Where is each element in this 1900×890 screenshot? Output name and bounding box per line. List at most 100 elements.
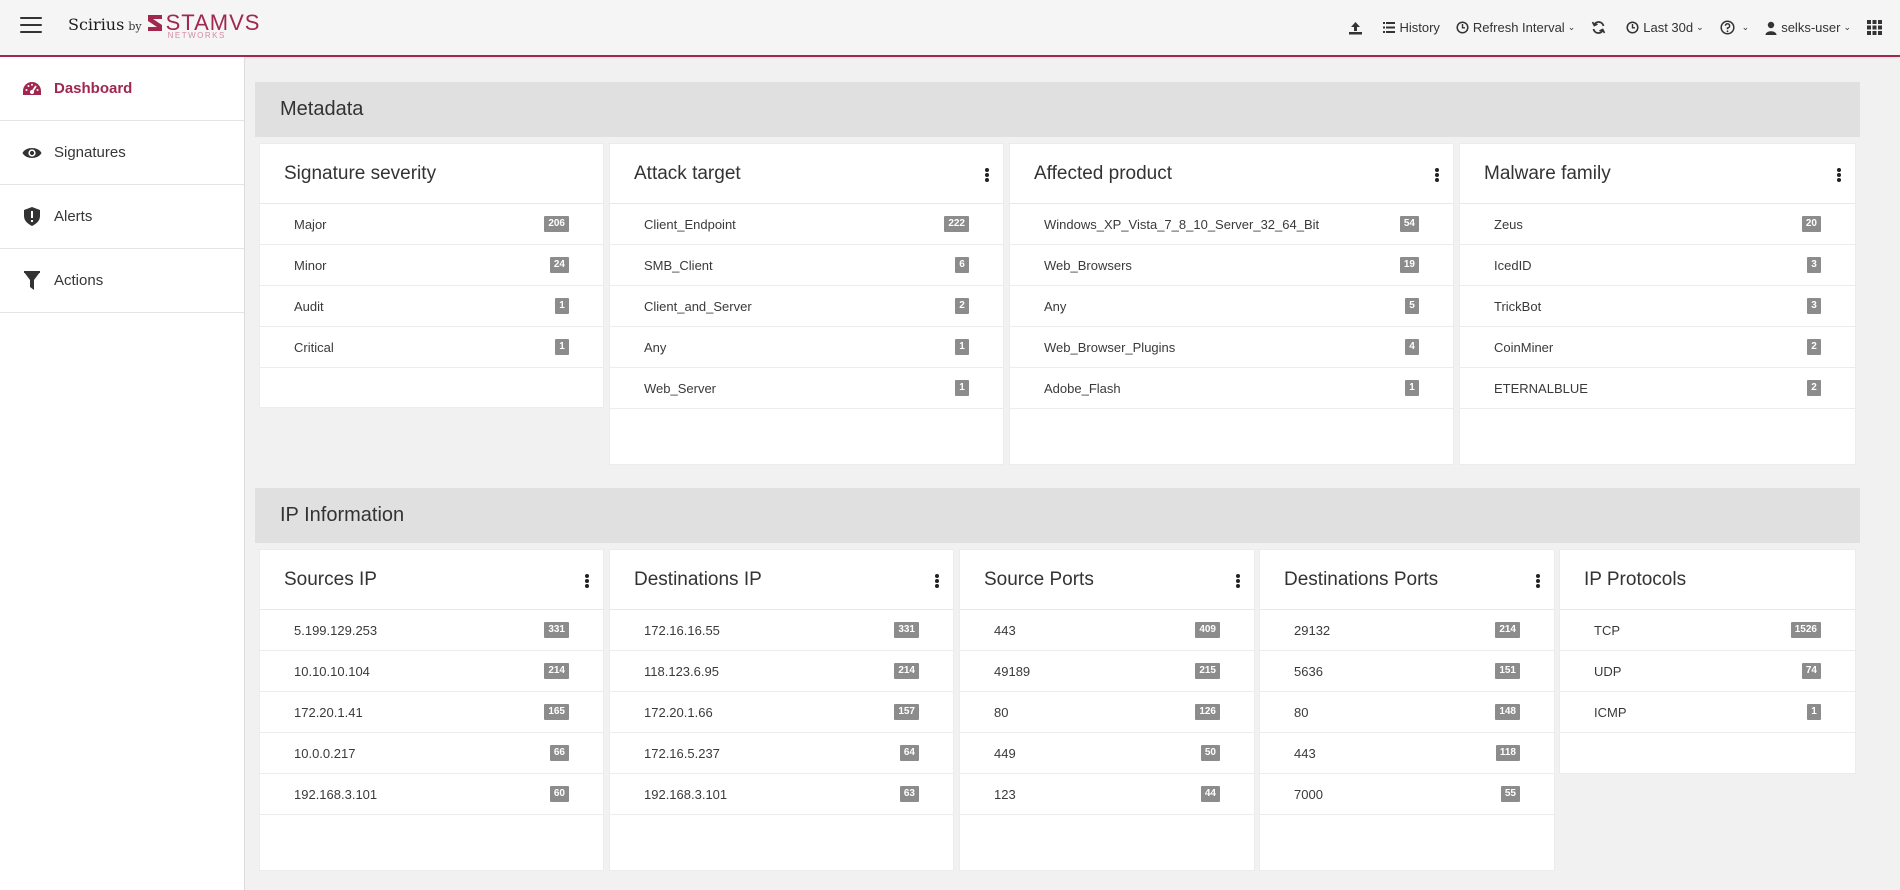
time-range-label: Last 30d (1643, 20, 1694, 35)
card-title: Source Ports (960, 550, 1254, 610)
list-item[interactable]: IcedID 3 (1460, 245, 1855, 286)
more-options-icon[interactable] (1536, 574, 1540, 588)
card-affected-product: Affected product Windows_XP_Vista_7_8_10… (1009, 143, 1454, 465)
sidebar-item-alerts[interactable]: Alerts (0, 185, 244, 249)
section-header-ip-information: IP Information (255, 488, 1860, 543)
list-item[interactable]: 443 409 (960, 610, 1254, 651)
list-item[interactable]: 10.0.0.217 66 (260, 733, 603, 774)
eye-icon (22, 143, 42, 163)
refresh-interval-dropdown[interactable]: Refresh Interval ⌄ (1456, 20, 1575, 35)
list-item[interactable]: Windows_XP_Vista_7_8_10_Server_32_64_Bit… (1010, 204, 1453, 245)
sidebar-item-actions[interactable]: Actions (0, 249, 244, 313)
sidebar-item-label: Signatures (54, 144, 126, 161)
brand-logo[interactable]: Scirius by STAMVS NETWORKS (68, 10, 259, 42)
list-item[interactable]: 449 50 (960, 733, 1254, 774)
count-badge: 24 (549, 257, 569, 273)
list-item[interactable]: 10.10.10.104 214 (260, 651, 603, 692)
list-item[interactable]: 29132 214 (1260, 610, 1554, 651)
list-item[interactable]: ETERNALBLUE 2 (1460, 368, 1855, 409)
list-item[interactable]: 172.20.1.66 157 (610, 692, 953, 733)
list-item[interactable]: Web_Browsers 19 (1010, 245, 1453, 286)
list-item[interactable]: 172.16.5.237 64 (610, 733, 953, 774)
more-options-icon[interactable] (1236, 574, 1240, 588)
list-item[interactable]: 80 148 (1260, 692, 1554, 733)
count-badge: 60 (549, 786, 569, 802)
list-item-label: 29132 (1294, 622, 1331, 638)
card-ip-protocols: IP Protocols TCP 1526 UDP 74 ICMP 1 (1559, 549, 1856, 774)
list-item[interactable]: Web_Server 1 (610, 368, 1003, 409)
refresh-button[interactable] (1591, 20, 1610, 35)
apps-grid-button[interactable] (1867, 20, 1886, 35)
list-item[interactable]: Client_Endpoint 222 (610, 204, 1003, 245)
main-content: Metadata Signature severity Major 206 Mino… (245, 57, 1900, 890)
sidebar-item-signatures[interactable]: Signatures (0, 121, 244, 185)
list-item[interactable]: 443 118 (1260, 733, 1554, 774)
card-rows: Client_Endpoint 222 SMB_Client 6 Client_and_… (610, 204, 1003, 409)
list-item[interactable]: 172.16.16.55 331 (610, 610, 953, 651)
list-item[interactable]: Minor 24 (260, 245, 603, 286)
list-item[interactable]: Audit 1 (260, 286, 603, 327)
more-options-icon[interactable] (985, 168, 989, 182)
more-options-icon[interactable] (585, 574, 589, 588)
count-badge: 55 (1500, 786, 1520, 802)
hamburger-menu-icon[interactable] (20, 17, 42, 33)
list-item[interactable]: Web_Browser_Plugins 4 (1010, 327, 1453, 368)
list-item[interactable]: CoinMiner 2 (1460, 327, 1855, 368)
list-item[interactable]: 123 44 (960, 774, 1254, 815)
count-badge: 6 (955, 257, 969, 273)
clock-icon (1626, 21, 1639, 34)
list-item[interactable]: TrickBot 3 (1460, 286, 1855, 327)
list-item[interactable]: SMB_Client 6 (610, 245, 1003, 286)
list-item[interactable]: 5636 151 (1260, 651, 1554, 692)
list-item[interactable]: Major 206 (260, 204, 603, 245)
list-item[interactable]: Adobe_Flash 1 (1010, 368, 1453, 409)
list-item[interactable]: Critical 1 (260, 327, 603, 368)
card-title: IP Protocols (1560, 550, 1855, 610)
list-item-label: Windows_XP_Vista_7_8_10_Server_32_64_Bit (1044, 216, 1320, 232)
card-title-label: Destinations Ports (1284, 568, 1439, 590)
list-item[interactable]: Zeus 20 (1460, 204, 1855, 245)
sidebar-item-dashboard[interactable]: Dashboard (0, 57, 244, 121)
list-item[interactable]: 118.123.6.95 214 (610, 651, 953, 692)
list-item[interactable]: 49189 215 (960, 651, 1254, 692)
card-title-label: Destinations IP (634, 568, 762, 590)
upload-button[interactable] (1348, 21, 1367, 35)
sidebar-item-label: Alerts (54, 208, 93, 225)
list-item-label: 192.168.3.101 (294, 786, 378, 802)
count-badge: 1 (1405, 380, 1419, 396)
refresh-icon (1592, 21, 1606, 34)
count-badge: 44 (1200, 786, 1220, 802)
help-dropdown[interactable]: ⌄ (1720, 20, 1749, 35)
count-badge: 1 (1807, 704, 1821, 720)
list-item-label: SMB_Client (644, 257, 713, 273)
count-badge: 1526 (1790, 622, 1821, 638)
list-item[interactable]: 172.20.1.41 165 (260, 692, 603, 733)
count-badge: 118 (1495, 745, 1520, 761)
user-dropdown[interactable]: selks-user ⌄ (1765, 20, 1851, 35)
list-item[interactable]: 7000 55 (1260, 774, 1554, 815)
more-options-icon[interactable] (935, 574, 939, 588)
list-item[interactable]: 192.168.3.101 60 (260, 774, 603, 815)
list-item[interactable]: Any 1 (610, 327, 1003, 368)
more-options-icon[interactable] (1837, 168, 1841, 182)
list-item[interactable]: 5.199.129.253 331 (260, 610, 603, 651)
more-options-icon[interactable] (1435, 168, 1439, 182)
time-range-dropdown[interactable]: Last 30d ⌄ (1626, 20, 1704, 35)
list-item[interactable]: Client_and_Server 2 (610, 286, 1003, 327)
list-item-label: TrickBot (1494, 298, 1542, 314)
list-item[interactable]: 192.168.3.101 63 (610, 774, 953, 815)
list-item-label: 5.199.129.253 (294, 622, 378, 638)
list-item-label: 80 (994, 704, 1009, 720)
list-item-label: Any (644, 339, 667, 355)
count-badge: 151 (1495, 663, 1520, 679)
list-item[interactable]: Any 5 (1010, 286, 1453, 327)
list-item-label: CoinMiner (1494, 339, 1554, 355)
list-item[interactable]: 80 126 (960, 692, 1254, 733)
count-badge: 20 (1801, 216, 1821, 232)
list-item[interactable]: TCP 1526 (1560, 610, 1855, 651)
card-rows: 443 409 49189 215 80 126 449 50 123 44 (960, 610, 1254, 815)
list-item[interactable]: ICMP 1 (1560, 692, 1855, 733)
list-item[interactable]: UDP 74 (1560, 651, 1855, 692)
history-button[interactable]: History (1383, 20, 1440, 35)
stamus-logo: STAMVS NETWORKS (146, 10, 259, 40)
